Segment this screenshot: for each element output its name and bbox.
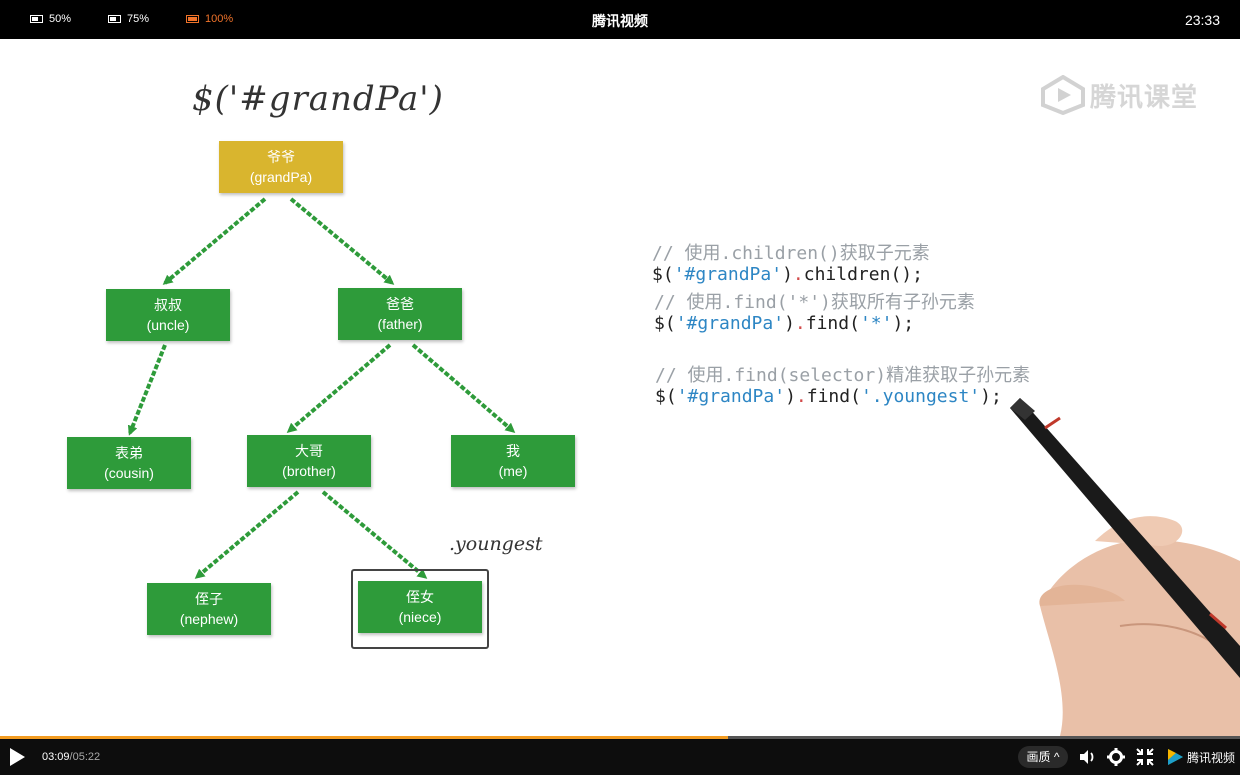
- arrow-brother-nephew: [194, 490, 300, 579]
- duration: /05:22: [69, 751, 101, 763]
- progress-bar[interactable]: [0, 736, 1240, 739]
- code-token: find(: [806, 386, 861, 407]
- node-father: 爸爸 (father): [338, 288, 462, 340]
- node-niece: 侄女 (niece): [358, 581, 482, 633]
- arrow-father-brother: [286, 343, 392, 433]
- tencent-classroom-watermark: 腾讯课堂: [1040, 75, 1198, 115]
- code-string: '#grandPa': [676, 386, 786, 407]
- node-nephew-zh: 侄子: [195, 591, 223, 607]
- node-uncle-zh: 叔叔: [154, 297, 182, 313]
- code-dot: .: [792, 264, 804, 285]
- node-nephew: 侄子 (nephew): [147, 583, 271, 635]
- code-token: ): [782, 264, 793, 285]
- code-string: '#grandPa': [673, 264, 783, 285]
- code-token: find(: [805, 313, 860, 334]
- node-me: 我 (me): [451, 435, 575, 487]
- node-cousin: 表弟 (cousin): [67, 437, 191, 489]
- arrow-grandpa-uncle: [162, 197, 267, 285]
- code-token: ): [784, 313, 795, 334]
- node-me-zh: 我: [506, 443, 520, 459]
- arrow-uncle-cousin: [127, 344, 167, 436]
- code-dot: .: [794, 313, 806, 334]
- app-title: 腾讯视频: [592, 13, 648, 29]
- arrow-brother-niece: [321, 490, 428, 579]
- code-token: $(: [655, 386, 677, 407]
- code-string: '.youngest': [860, 386, 981, 407]
- code-string: '*': [859, 313, 893, 334]
- clock: 23:33: [1184, 12, 1220, 28]
- code-line-3: $('#grandPa').find('.youngest');: [655, 386, 1002, 407]
- code-token: );: [892, 313, 915, 334]
- node-brother: 大哥 (brother): [247, 435, 371, 487]
- brand-text: 腾讯视频: [1187, 750, 1236, 765]
- code-line-2: $('#grandPa').find('*');: [654, 313, 914, 334]
- node-brother-en: (brother): [282, 463, 336, 479]
- code-token: ): [785, 386, 796, 407]
- arrow-grandpa-father: [289, 197, 395, 285]
- node-niece-en: (niece): [398, 609, 442, 625]
- presenter-hand-image: [1010, 398, 1240, 736]
- node-father-en: (father): [377, 316, 423, 332]
- arrow-father-me: [411, 343, 516, 433]
- node-cousin-en: (cousin): [104, 465, 154, 481]
- code-dot: .: [795, 386, 807, 407]
- tencent-video-logo-icon: [1168, 749, 1183, 765]
- code-line-1: $('#grandPa').children();: [652, 264, 923, 285]
- node-nephew-en: (nephew): [179, 611, 239, 627]
- code-comment-2: // 使用.find('*')获取所有子孙元素: [654, 288, 975, 314]
- code-token: children();: [803, 264, 923, 285]
- node-father-zh: 爸爸: [386, 296, 414, 312]
- code-token: );: [980, 386, 1002, 407]
- code-string: '#grandPa': [675, 313, 785, 334]
- node-grandpa-zh: 爷爷: [267, 149, 295, 165]
- code-comment-1: // 使用.children()获取子元素: [652, 239, 930, 265]
- progress-fill: [0, 736, 728, 739]
- current-time: 03:09: [42, 751, 70, 763]
- youngest-class-label: .youngest: [449, 533, 543, 555]
- node-me-en: (me): [498, 463, 528, 479]
- node-grandpa-en: (grandPa): [249, 169, 313, 185]
- node-brother-zh: 大哥: [295, 443, 323, 459]
- node-uncle: 叔叔 (uncle): [106, 289, 230, 341]
- top-bar: 50% 75% 100% 腾讯视频 23:33: [0, 0, 1240, 39]
- time-display: 03:09/05:22: [42, 751, 100, 763]
- code-token: $(: [652, 264, 674, 285]
- code-token: $(: [654, 313, 676, 334]
- fullscreen-exit-icon[interactable]: [1135, 747, 1155, 767]
- code-comment-3: // 使用.find(selector)精准获取子孙元素: [655, 361, 1030, 387]
- settings-icon[interactable]: [1106, 747, 1126, 767]
- chevron-up-icon: ^: [1050, 750, 1060, 764]
- watermark-text: 腾讯课堂: [1090, 81, 1199, 112]
- classroom-logo-icon: [1041, 75, 1085, 115]
- volume-icon[interactable]: [1077, 747, 1097, 767]
- node-grandpa: 爷爷 (grandPa): [219, 141, 343, 193]
- quality-button[interactable]: 画质 ^: [1018, 746, 1068, 768]
- quality-label: 画质: [1026, 750, 1051, 764]
- video-frame[interactable]: $('#grandPa') 爷爷 (grandPa) 叔叔 (uncle) 爸爸…: [0, 39, 1240, 736]
- node-uncle-en: (uncle): [146, 317, 190, 333]
- comment-text: // 使用.find('*')获取所有子孙元素: [654, 292, 975, 313]
- play-icon[interactable]: [10, 748, 25, 766]
- comment-text: // 使用.children()获取子元素: [652, 243, 930, 264]
- comment-text: // 使用.find(selector)精准获取子孙元素: [655, 365, 1031, 386]
- tencent-video-brand[interactable]: 腾讯视频: [1166, 748, 1235, 766]
- node-cousin-zh: 表弟: [115, 445, 143, 461]
- node-niece-zh: 侄女: [406, 589, 434, 605]
